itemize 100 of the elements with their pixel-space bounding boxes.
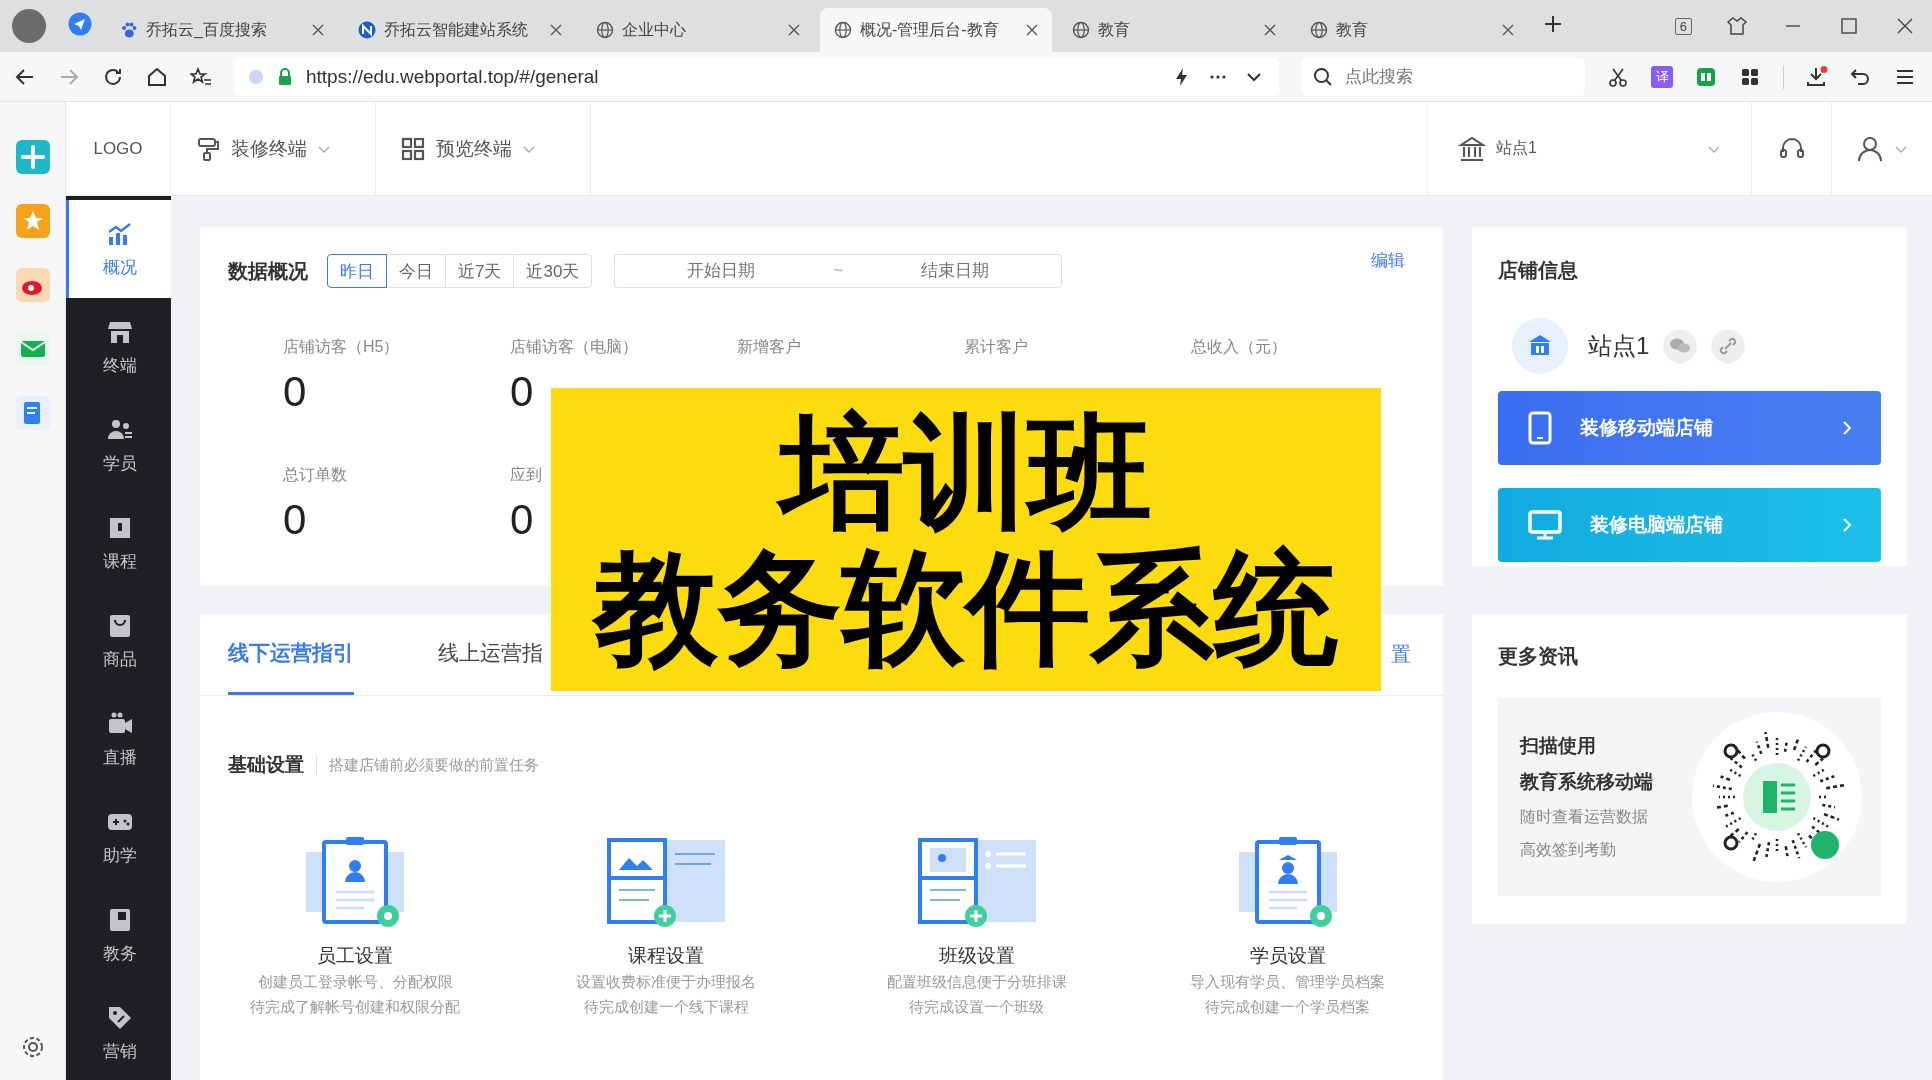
grid-icon bbox=[400, 135, 426, 162]
shield-icon bbox=[248, 68, 264, 85]
task-description: 设置收费标准便于办理报名 bbox=[576, 972, 757, 992]
task-description: 待完成创建一个线下课程 bbox=[583, 997, 749, 1017]
site-name: 站点1 bbox=[1588, 331, 1650, 361]
section-subtitle: 搭建店铺前必须要做的前置任务 bbox=[329, 755, 539, 775]
browser-tab[interactable]: 教育 bbox=[1296, 8, 1528, 52]
task-description: 待完成了解帐号创建和权限分配 bbox=[250, 997, 461, 1017]
browser-tab[interactable]: 教育 bbox=[1058, 8, 1290, 52]
maximize-icon[interactable] bbox=[1838, 15, 1860, 37]
search-icon bbox=[1313, 66, 1333, 87]
user-icon[interactable] bbox=[1856, 134, 1884, 163]
book-icon[interactable] bbox=[1695, 65, 1717, 88]
sidebar-item[interactable]: 营销 bbox=[66, 984, 171, 1080]
range-tab[interactable]: 近30天 bbox=[513, 254, 593, 288]
sidebar-item[interactable]: 助学 bbox=[66, 788, 171, 886]
circle-logo-icon bbox=[358, 21, 376, 39]
close-icon[interactable] bbox=[550, 24, 562, 36]
chevron-right-icon bbox=[1841, 419, 1853, 437]
tab-count[interactable]: 6 bbox=[1674, 17, 1692, 35]
stat-label: 店铺访客（电脑） bbox=[510, 337, 639, 357]
range-tab[interactable]: 昨日 bbox=[327, 254, 387, 288]
stat-label: 店铺访客（H5） bbox=[283, 337, 401, 357]
phone-icon bbox=[1528, 411, 1552, 445]
close-icon[interactable] bbox=[312, 24, 324, 36]
sidebar-item[interactable]: 终端 bbox=[66, 298, 171, 396]
bank-icon bbox=[1458, 134, 1486, 163]
task-description: 待完成创建一个学员档案 bbox=[1205, 997, 1371, 1017]
mail-icon[interactable] bbox=[15, 332, 50, 366]
send-icon[interactable] bbox=[68, 12, 92, 36]
promo-text: 随时查看运营数据 bbox=[1520, 807, 1649, 827]
avatar-icon[interactable] bbox=[12, 9, 46, 43]
stat-value: 0 bbox=[283, 368, 308, 416]
document-icon[interactable] bbox=[15, 396, 50, 430]
card-title: 数据概况 bbox=[228, 258, 308, 284]
monitor-icon bbox=[1528, 510, 1562, 540]
translate-icon[interactable]: 译 bbox=[1651, 65, 1673, 88]
range-tab[interactable]: 近7天 bbox=[445, 254, 515, 288]
browser-tab[interactable]: 企业中心 bbox=[582, 8, 814, 52]
settings-link[interactable]: 置 bbox=[1391, 641, 1411, 668]
end-date-field[interactable]: 结束日期 bbox=[849, 254, 1063, 288]
sidebar-item[interactable]: 学员 bbox=[66, 396, 171, 494]
stat-value: 0 bbox=[510, 368, 535, 416]
sidebar-item[interactable]: 商品 bbox=[66, 592, 171, 690]
stat-label: 新增客户 bbox=[737, 337, 802, 357]
search-field[interactable]: 点此搜索 bbox=[1301, 57, 1585, 96]
link-icon[interactable] bbox=[1711, 329, 1746, 363]
paw-icon bbox=[120, 21, 138, 39]
card-title: 更多资讯 bbox=[1498, 643, 1578, 669]
menu-dropdown[interactable]: 预览终端 bbox=[376, 102, 591, 195]
close-icon[interactable] bbox=[788, 24, 800, 36]
task-title[interactable]: 班级设置 bbox=[938, 943, 1015, 969]
task-title[interactable]: 学员设置 bbox=[1249, 943, 1326, 969]
stat-value: 0 bbox=[283, 496, 308, 544]
task-title[interactable]: 课程设置 bbox=[628, 943, 705, 969]
shirt-icon[interactable] bbox=[1726, 15, 1748, 37]
close-icon[interactable] bbox=[1026, 24, 1038, 36]
guide-tab[interactable]: 线下运营指引 bbox=[228, 614, 354, 695]
promo-text: 高效签到考勤 bbox=[1520, 840, 1617, 860]
close-icon[interactable] bbox=[1264, 24, 1276, 36]
stat-label: 累计客户 bbox=[964, 337, 1029, 357]
globe-icon bbox=[596, 21, 614, 39]
favorites-icon[interactable] bbox=[190, 65, 212, 88]
shop-button[interactable]: 装修移动端店铺 bbox=[1498, 391, 1881, 465]
home-icon[interactable] bbox=[146, 65, 168, 88]
sidebar-item[interactable]: 概况 bbox=[66, 200, 171, 298]
card-title: 店铺信息 bbox=[1498, 257, 1578, 283]
paint-roller-icon bbox=[195, 135, 221, 162]
promo-heading: 扫描使用 bbox=[1520, 734, 1597, 758]
task-description: 创建员工登录帐号、分配权限 bbox=[257, 972, 453, 992]
address-bar[interactable]: https://edu.webportal.top/#/general bbox=[234, 57, 1279, 96]
chevron-right-icon bbox=[1841, 516, 1853, 534]
menu-dropdown[interactable]: 装修终端 bbox=[171, 102, 376, 195]
start-date-field[interactable]: 开始日期 bbox=[614, 254, 828, 288]
guide-tab[interactable]: 线上运营指 bbox=[438, 614, 543, 695]
site-selector[interactable]: 站点1 bbox=[1428, 102, 1752, 195]
sidebar-item[interactable]: 教务 bbox=[66, 886, 171, 984]
promo-heading: 教育系统移动端 bbox=[1520, 770, 1654, 794]
section-title: 基础设置 bbox=[228, 753, 304, 777]
task-title[interactable]: 员工设置 bbox=[317, 943, 394, 969]
browser-tab[interactable]: 乔拓云_百度搜索 bbox=[106, 8, 338, 52]
stat-label: 总收入（元） bbox=[1191, 337, 1288, 357]
browser-tab[interactable]: 乔拓云智能建站系统 bbox=[344, 8, 576, 52]
browser-tab[interactable]: 概况-管理后台-教育 bbox=[820, 8, 1052, 52]
url-text: https://edu.webportal.top/#/general bbox=[306, 65, 600, 88]
lock-icon bbox=[278, 67, 292, 86]
edit-link[interactable]: 编辑 bbox=[1371, 249, 1405, 272]
stat-label: 应到 bbox=[510, 465, 543, 485]
task-description: 配置班级信息便于分班排课 bbox=[886, 972, 1067, 992]
stat-value: 0 bbox=[510, 496, 535, 544]
sidebar-item[interactable]: 直播 bbox=[66, 690, 171, 788]
close-icon[interactable] bbox=[1502, 24, 1514, 36]
globe-icon bbox=[1310, 21, 1328, 39]
new-tab-icon[interactable] bbox=[1542, 13, 1564, 35]
download-icon[interactable] bbox=[1806, 65, 1828, 88]
globe-icon bbox=[1072, 21, 1090, 39]
task-description: 导入现有学员、管理学员档案 bbox=[1190, 972, 1386, 992]
range-tab[interactable]: 今日 bbox=[386, 254, 446, 288]
globe-icon bbox=[834, 21, 852, 39]
sidebar-item[interactable]: 课程 bbox=[66, 494, 171, 592]
